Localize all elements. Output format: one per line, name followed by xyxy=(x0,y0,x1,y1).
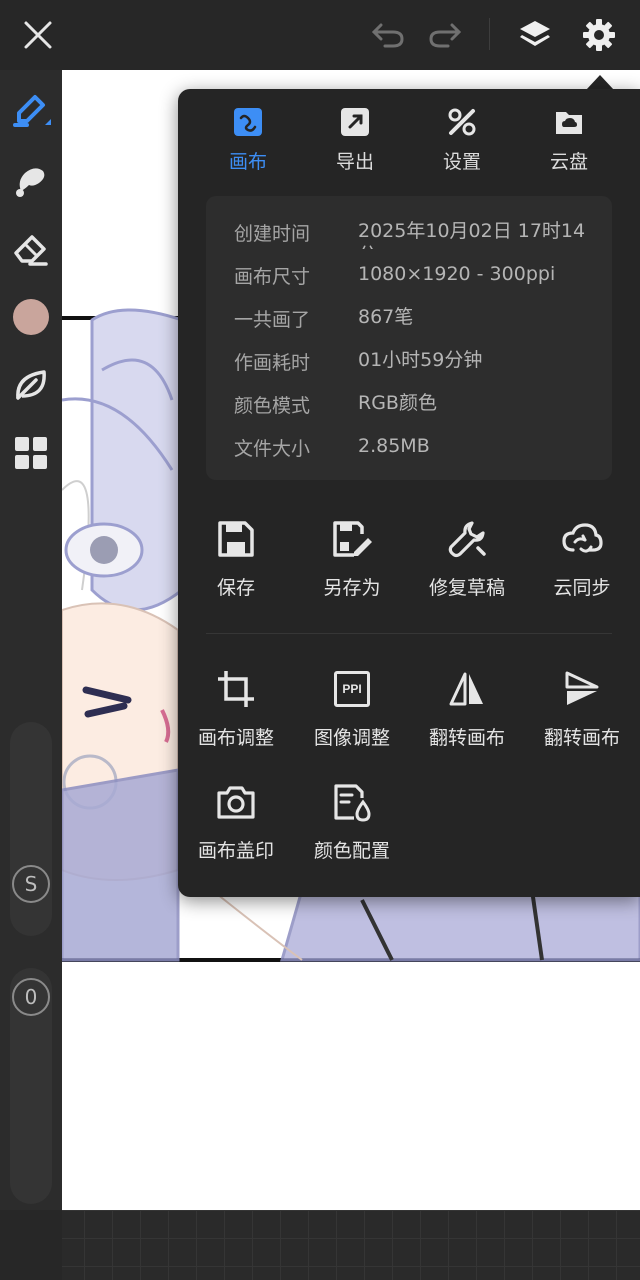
cloud-folder-icon xyxy=(554,107,584,137)
left-toolbar: S 0 xyxy=(0,70,62,1210)
bottom-left-corner xyxy=(0,1210,62,1280)
wrench-icon xyxy=(445,517,489,561)
info-key: 作画耗时 xyxy=(234,352,311,374)
cloud-sync-button[interactable]: 云同步 xyxy=(524,517,640,607)
size-slider[interactable] xyxy=(10,722,52,936)
info-key: 颜色模式 xyxy=(234,395,311,417)
grid-icon[interactable] xyxy=(6,428,56,478)
repair-draft-button[interactable]: 修复草稿 xyxy=(409,517,525,607)
ppi-icon: PPI xyxy=(330,667,374,711)
color-config-icon xyxy=(330,780,374,824)
flip-vertical-icon xyxy=(560,667,604,711)
info-row-duration: 作画耗时 01小时59分钟 xyxy=(234,348,604,378)
bottom-grid-area xyxy=(0,1210,640,1280)
leaf-icon[interactable] xyxy=(6,360,56,410)
info-row-strokes: 一共画了 867笔 xyxy=(234,305,604,335)
info-value: 1080×1920 - 300ppi xyxy=(358,263,556,285)
panel-tabs: 画布 导出 设置 云盘 xyxy=(178,107,640,177)
ppi-badge: PPI xyxy=(334,671,370,707)
tab-cloud-label: 云盘 xyxy=(549,151,588,173)
canvas-info-card: 创建时间 2025年10月02日 17时14分 画布尺寸 1080×1920 -… xyxy=(206,196,612,480)
top-bar xyxy=(0,0,640,70)
redo-icon[interactable] xyxy=(420,10,470,60)
save-as-icon xyxy=(330,517,374,561)
save-label: 保存 xyxy=(216,577,255,599)
size-label: S xyxy=(24,872,38,896)
tab-canvas[interactable]: 画布 xyxy=(198,107,298,177)
info-value: 2025年10月02日 17时14分 xyxy=(358,220,586,249)
smudge-icon[interactable] xyxy=(6,156,56,206)
flip-vertical-label: 翻转画布 xyxy=(543,727,620,749)
layers-icon[interactable] xyxy=(510,10,560,60)
info-value: 01小时59分钟 xyxy=(358,349,483,371)
info-key: 创建时间 xyxy=(234,223,311,245)
save-button[interactable]: 保存 xyxy=(178,517,294,607)
settings-tools-icon xyxy=(447,107,477,137)
tab-settings-label: 设置 xyxy=(442,151,481,173)
flip-horizontal-icon xyxy=(445,667,489,711)
actions-divider xyxy=(206,633,612,634)
opacity-label: 0 xyxy=(24,985,38,1009)
panel-pointer xyxy=(586,75,614,90)
info-key: 文件大小 xyxy=(234,438,311,460)
flip-horizontal-label: 翻转画布 xyxy=(428,727,505,749)
canvas-adjust-label: 画布调整 xyxy=(197,727,274,749)
tab-settings[interactable]: 设置 xyxy=(412,107,512,177)
image-adjust-label: 图像调整 xyxy=(313,727,390,749)
tab-cloud[interactable]: 云盘 xyxy=(519,107,619,177)
canvas-adjust-button[interactable]: 画布调整 xyxy=(178,667,294,757)
save-icon xyxy=(214,517,258,561)
cloud-sync-label: 云同步 xyxy=(553,577,611,599)
info-value: RGB颜色 xyxy=(358,392,437,414)
save-as-button[interactable]: 另存为 xyxy=(294,517,410,607)
undo-icon[interactable] xyxy=(363,10,413,60)
opacity-knob[interactable]: 0 xyxy=(12,978,50,1016)
save-as-label: 另存为 xyxy=(323,577,381,599)
info-key: 一共画了 xyxy=(234,309,311,331)
info-value: 2.85MB xyxy=(358,435,430,457)
color-config-button[interactable]: 颜色配置 xyxy=(294,780,410,870)
info-row-color-mode: 颜色模式 RGB颜色 xyxy=(234,391,604,421)
canvas-stamp-label: 画布盖印 xyxy=(197,840,274,862)
info-key: 画布尺寸 xyxy=(234,266,311,288)
tab-export[interactable]: 导出 xyxy=(305,107,405,177)
toolbar-divider xyxy=(489,18,490,50)
tab-export-label: 导出 xyxy=(335,151,374,173)
info-row-size: 画布尺寸 1080×1920 - 300ppi xyxy=(234,262,604,292)
image-adjust-button[interactable]: PPI 图像调整 xyxy=(294,667,410,757)
size-knob[interactable]: S xyxy=(12,865,50,903)
info-row-created: 创建时间 2025年10月02日 17时14分 xyxy=(234,219,604,249)
cloud-sync-icon xyxy=(560,517,604,561)
eraser-icon[interactable] xyxy=(6,224,56,274)
info-row-file-size: 文件大小 2.85MB xyxy=(234,434,604,464)
repair-draft-label: 修复草稿 xyxy=(428,577,505,599)
canvas-icon xyxy=(233,107,263,137)
close-icon[interactable] xyxy=(13,10,63,60)
flip-horizontal-button[interactable]: 翻转画布 xyxy=(409,667,525,757)
flip-vertical-button[interactable]: 翻转画布 xyxy=(524,667,640,757)
color-swatch[interactable] xyxy=(6,292,56,342)
canvas-menu-panel: 画布 导出 设置 云盘 创建时间 2025年10月02日 17时14分 画布 xyxy=(178,89,640,897)
gear-icon[interactable] xyxy=(574,10,624,60)
info-value: 867笔 xyxy=(358,306,414,328)
brush-icon[interactable] xyxy=(6,86,56,136)
crop-icon xyxy=(214,667,258,711)
canvas-stamp-button[interactable]: 画布盖印 xyxy=(178,780,294,870)
color-config-label: 颜色配置 xyxy=(313,840,390,862)
tab-canvas-label: 画布 xyxy=(228,151,267,173)
export-icon xyxy=(340,107,370,137)
camera-icon xyxy=(214,780,258,824)
